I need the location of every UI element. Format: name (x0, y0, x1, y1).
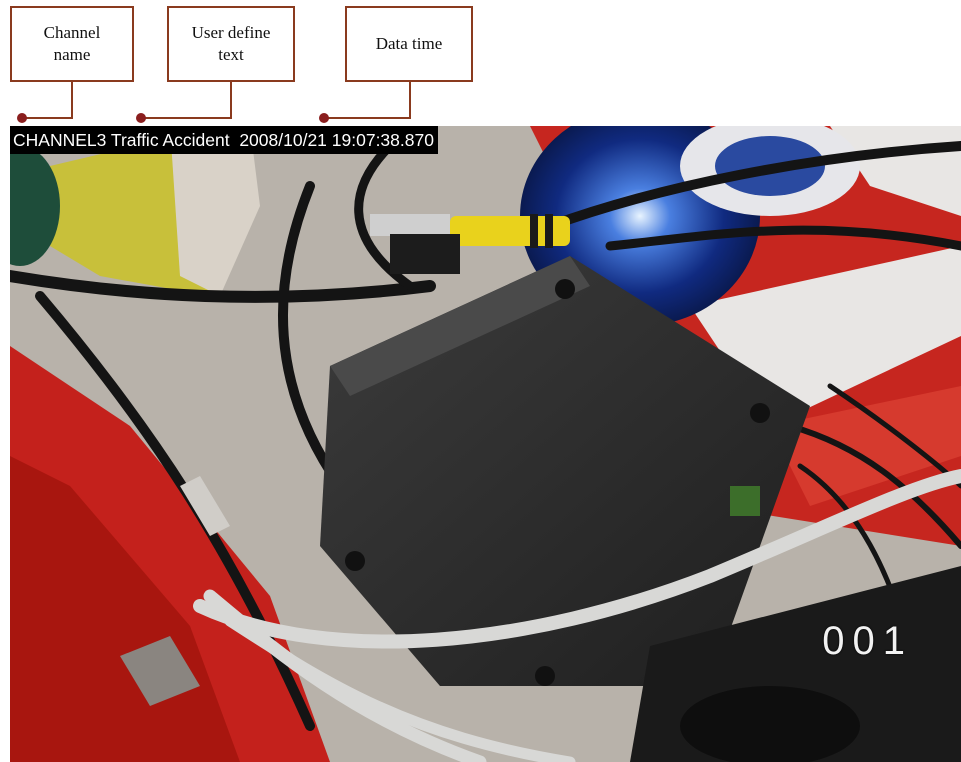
callout-connectors (17, 82, 411, 123)
user-define-text-connector-dot (136, 113, 146, 123)
user-define-text-callout: User define text (167, 6, 295, 82)
channel-name-connector-dot (17, 113, 27, 123)
osd-overlay-bar: CHANNEL3 Traffic Accident 2008/10/21 19:… (10, 126, 438, 154)
data-time-callout: Data time (345, 6, 473, 82)
channel-name-callout: Channel name (10, 6, 134, 82)
user-define-text-connector (141, 82, 232, 119)
user-define-text-callout-label: User define text (191, 23, 271, 64)
data-time-connector (324, 82, 411, 119)
channel-name-callout-label: Channel name (43, 23, 101, 64)
data-time-connector-dot (319, 113, 329, 123)
video-scene (10, 126, 961, 762)
video-frame: CHANNEL3 Traffic Accident 2008/10/21 19:… (10, 126, 961, 762)
osd-channel-name: CHANNEL3 (13, 130, 107, 150)
channel-name-connector (22, 82, 73, 119)
data-time-callout-label: Data time (375, 34, 443, 53)
osd-datetime: 2008/10/21 19:07:38.870 (239, 130, 434, 150)
osd-user-text: Traffic Accident (110, 130, 230, 150)
osd-frame-counter: 001 (822, 619, 913, 663)
